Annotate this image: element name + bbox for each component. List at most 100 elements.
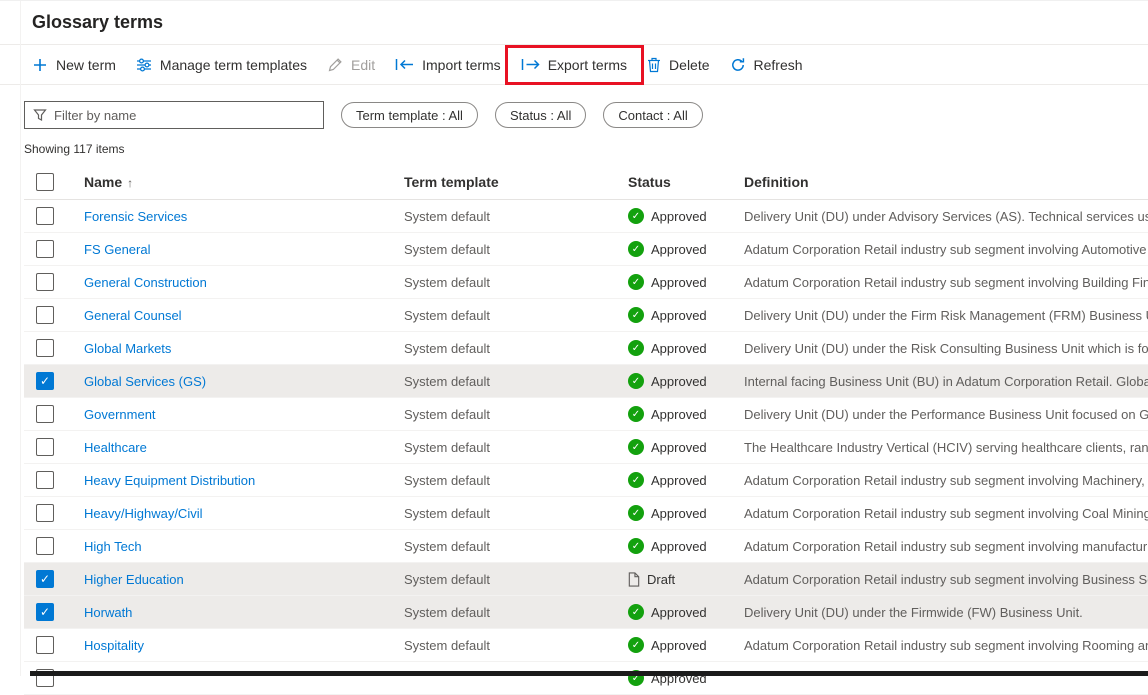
page-title: Glossary terms bbox=[32, 12, 164, 32]
status-cell: ✓ Approved bbox=[628, 208, 744, 224]
row-checkbox[interactable]: ✓ bbox=[36, 603, 54, 621]
table-row[interactable]: Heavy/Highway/Civil System default ✓ Approv… bbox=[24, 497, 1148, 530]
term-name-link[interactable]: Healthcare bbox=[84, 440, 147, 455]
term-name-link[interactable]: Global Services (GS) bbox=[84, 374, 206, 389]
term-name-link[interactable]: FS General bbox=[84, 242, 150, 257]
select-all-checkbox[interactable] bbox=[36, 172, 54, 191]
approved-icon: ✓ bbox=[628, 208, 644, 224]
row-checkbox[interactable] bbox=[36, 273, 54, 291]
table-row[interactable]: General Counsel System default ✓ Approved De… bbox=[24, 299, 1148, 332]
row-checkbox[interactable] bbox=[36, 438, 54, 456]
table-row[interactable]: ✓ Higher Education System default Draft Adat… bbox=[24, 563, 1148, 596]
table-row[interactable]: Hospitality System default ✓ Approved Adatum… bbox=[24, 629, 1148, 662]
row-checkbox[interactable] bbox=[36, 504, 54, 522]
header-checkbox-cell bbox=[24, 172, 84, 191]
status-cell: ✓ Approved bbox=[628, 505, 744, 521]
manage-term-templates-label: Manage term templates bbox=[159, 56, 307, 73]
table-row[interactable]: ✓ Global Services (GS) System default ✓ Appr… bbox=[24, 365, 1148, 398]
term-name-link[interactable]: Government bbox=[84, 407, 156, 422]
column-header-name[interactable]: Name ↑ bbox=[84, 174, 404, 190]
plus-icon bbox=[32, 57, 48, 73]
table-row[interactable]: FS General System default ✓ Approved Adatum … bbox=[24, 233, 1148, 266]
export-terms-label: Export terms bbox=[547, 56, 628, 73]
table-row[interactable]: ✓ Approved bbox=[24, 662, 1148, 695]
column-header-term-template[interactable]: Term template bbox=[404, 174, 628, 190]
status-label: Approved bbox=[651, 472, 707, 488]
edit-button[interactable]: Edit bbox=[317, 49, 385, 81]
term-name-link[interactable]: Heavy Equipment Distribution bbox=[84, 473, 255, 488]
status-label: Approved bbox=[651, 406, 707, 422]
pencil-icon bbox=[327, 57, 343, 73]
term-name-link[interactable]: Horwath bbox=[84, 605, 132, 620]
panel-left-divider bbox=[20, 1, 21, 676]
term-template-cell: System default bbox=[404, 571, 490, 587]
command-bar: New term Manage term templates Edit Impo… bbox=[0, 44, 1148, 85]
definition-cell: Adatum Corporation Retail industry sub s… bbox=[744, 505, 1148, 521]
term-name-link[interactable]: General Counsel bbox=[84, 308, 182, 323]
filter-by-name-box bbox=[24, 101, 324, 129]
status-label: Approved bbox=[651, 307, 707, 323]
column-header-status[interactable]: Status bbox=[628, 174, 744, 190]
row-checkbox[interactable] bbox=[36, 240, 54, 258]
definition-cell: Delivery Unit (DU) under the Performance… bbox=[744, 406, 1148, 422]
table-row[interactable]: High Tech System default ✓ Approved Adatum C… bbox=[24, 530, 1148, 563]
status-filter-pill[interactable]: Status : All bbox=[494, 102, 587, 128]
row-checkbox[interactable]: ✓ bbox=[36, 372, 54, 390]
table-row[interactable]: Healthcare System default ✓ Approved The Hea… bbox=[24, 431, 1148, 464]
row-checkbox[interactable] bbox=[36, 405, 54, 423]
term-template-cell: System default bbox=[404, 340, 490, 356]
status-label: Approved bbox=[651, 637, 707, 653]
term-template-filter-pill[interactable]: Term template : All bbox=[341, 102, 478, 128]
table-row[interactable]: Government System default ✓ Approved Deliver… bbox=[24, 398, 1148, 431]
row-checkbox[interactable]: ✓ bbox=[36, 570, 54, 588]
approved-icon: ✓ bbox=[628, 505, 644, 521]
table-row[interactable]: Global Markets System default ✓ Approved Del… bbox=[24, 332, 1148, 365]
status-label: Approved bbox=[651, 274, 707, 290]
term-template-cell: System default bbox=[404, 208, 490, 224]
draft-icon bbox=[628, 571, 640, 587]
new-term-button[interactable]: New term bbox=[22, 49, 126, 81]
status-cell: ✓ Approved bbox=[628, 274, 744, 290]
manage-term-templates-button[interactable]: Manage term templates bbox=[126, 49, 317, 81]
row-checkbox[interactable] bbox=[36, 306, 54, 324]
table-row[interactable]: Forensic Services System default ✓ Approved… bbox=[24, 200, 1148, 233]
items-count: Showing 117 items bbox=[24, 142, 125, 156]
table-row[interactable]: Heavy Equipment Distribution System defau… bbox=[24, 464, 1148, 497]
term-name-link[interactable]: Heavy/Highway/Civil bbox=[84, 506, 202, 521]
term-name-link[interactable]: Higher Education bbox=[84, 572, 184, 587]
edit-label: Edit bbox=[350, 56, 376, 73]
approved-icon: ✓ bbox=[628, 406, 644, 422]
term-name-link[interactable]: High Tech bbox=[84, 539, 142, 554]
status-cell: ✓ Approved bbox=[628, 604, 744, 620]
row-checkbox[interactable] bbox=[36, 207, 54, 225]
row-checkbox[interactable] bbox=[36, 339, 54, 357]
term-name-link[interactable]: Hospitality bbox=[84, 638, 144, 653]
row-checkbox[interactable] bbox=[36, 537, 54, 555]
approved-icon: ✓ bbox=[628, 604, 644, 620]
export-terms-button[interactable]: Export terms bbox=[504, 44, 645, 85]
import-terms-button[interactable]: Import terms bbox=[385, 49, 511, 81]
definition-cell: Adatum Corporation Retail industry sub s… bbox=[744, 538, 1148, 554]
approved-icon: ✓ bbox=[628, 538, 644, 554]
delete-button[interactable]: Delete bbox=[637, 49, 719, 81]
status-cell: ✓ Approved bbox=[628, 241, 744, 257]
row-checkbox[interactable] bbox=[36, 636, 54, 654]
term-template-cell: System default bbox=[404, 406, 490, 422]
table-row[interactable]: General Construction System default ✓ Appro… bbox=[24, 266, 1148, 299]
term-name-link[interactable]: Forensic Services bbox=[84, 209, 187, 224]
status-cell: ✓ Approved bbox=[628, 472, 744, 488]
approved-icon: ✓ bbox=[628, 373, 644, 389]
bottom-edge-bar bbox=[30, 671, 1148, 676]
status-cell: ✓ Approved bbox=[628, 406, 744, 422]
funnel-filter-icon bbox=[33, 108, 47, 122]
filter-by-name-input[interactable] bbox=[54, 107, 315, 123]
refresh-button[interactable]: Refresh bbox=[720, 49, 813, 81]
contact-filter-pill[interactable]: Contact : All bbox=[603, 102, 703, 128]
term-name-link[interactable]: General Construction bbox=[84, 275, 207, 290]
definition-cell: Delivery Unit (DU) under Advisory Servic… bbox=[744, 208, 1148, 224]
table-row[interactable]: ✓ Horwath System default ✓ Approved Delivery … bbox=[24, 596, 1148, 629]
status-cell: ✓ Approved bbox=[628, 340, 744, 356]
term-name-link[interactable]: Global Markets bbox=[84, 341, 171, 356]
column-header-definition[interactable]: Definition bbox=[744, 174, 1148, 190]
row-checkbox[interactable] bbox=[36, 471, 54, 489]
